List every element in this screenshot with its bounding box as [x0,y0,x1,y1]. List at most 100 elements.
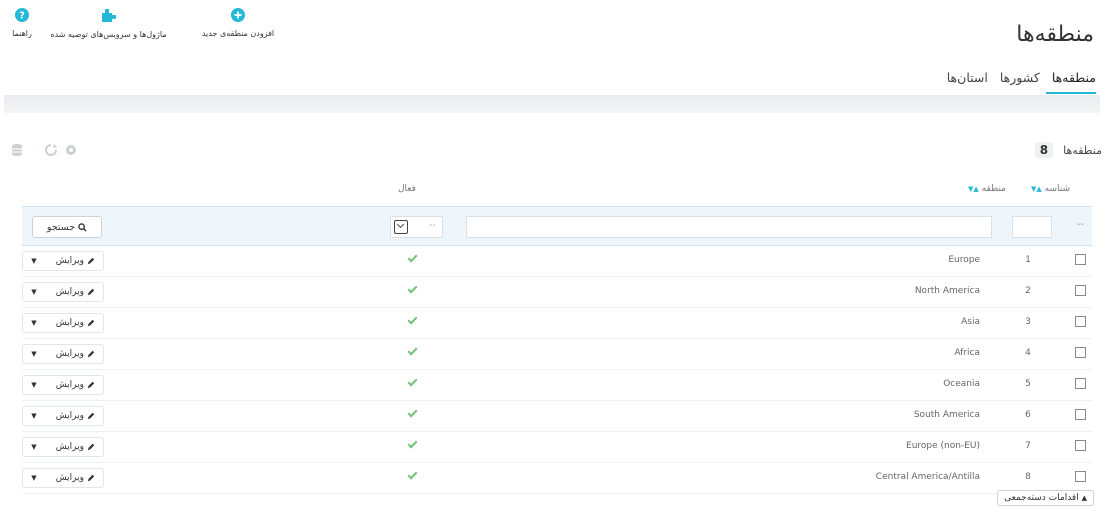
edit-button[interactable]: ویرایش [45,349,103,359]
tab-states[interactable]: استان‌ها [947,67,988,93]
caret-up-icon: ▲ [1081,494,1087,502]
active-check-icon[interactable] [407,407,418,418]
zone-name: Oceania [943,379,980,389]
row-select-checkbox[interactable] [1075,378,1086,389]
table-row[interactable]: 1 Europe ▼ ویرایش [22,246,1092,277]
refresh-icon[interactable] [44,143,58,157]
row-actions-dropdown-button[interactable]: ▼ [23,252,45,270]
row-actions: ▼ ویرایش [22,406,104,426]
caret-down-icon: ▼ [31,350,37,358]
panel-heading: منطقه‌ها 8 [1034,140,1102,160]
table-row[interactable]: 6 South America ▼ ویرایش [22,401,1092,432]
pencil-icon [87,319,95,327]
add-new-zone-label: افزودن منطقه‌ی جدید [201,29,275,38]
table-row[interactable]: 5 Oceania ▼ ویرایش [22,370,1092,401]
active-check-icon[interactable] [407,283,418,294]
zone-count-badge: 8 [1034,142,1054,158]
add-new-zone-button[interactable]: افزودن منطقه‌ی جدید [176,8,300,38]
column-header-id[interactable]: ▼▲ شناسه [1031,184,1070,194]
page-title: منطقه‌ها [1016,22,1094,47]
zone-id: 2 [1025,286,1031,296]
row-actions-dropdown-button[interactable]: ▼ [23,407,45,425]
help-button[interactable]: ? راهنما [6,8,38,38]
filter-row: جستجو -- -- [22,206,1092,246]
active-check-icon[interactable] [407,345,418,356]
pencil-icon [87,381,95,389]
help-label: راهنما [12,29,32,38]
page-toolbar: ? راهنما ماژول‌ها و سرویس‌های توصیه شده … [6,8,306,48]
modules-label: ماژول‌ها و سرویس‌های توصیه شده [50,30,167,39]
zone-id: 6 [1025,410,1031,420]
header-band [4,95,1100,113]
caret-down-icon: ▼ [31,474,37,482]
table-body: 1 Europe ▼ ویرایش 2 North America ▼ ویرایش 3 Asia… [22,246,1092,494]
edit-button[interactable]: ویرایش [45,287,103,297]
column-header-active: فعال [398,184,416,194]
sort-toggle-icon[interactable]: ▼▲ [1031,185,1043,193]
table-row[interactable]: 4 Africa ▼ ویرایش [22,339,1092,370]
table-row[interactable]: 8 Central America/Antilla ▼ ویرایش [22,463,1092,494]
tab-countries[interactable]: کشورها [1000,67,1040,93]
zone-id: 4 [1025,348,1031,358]
edit-button[interactable]: ویرایش [45,318,103,328]
row-actions-dropdown-button[interactable]: ▼ [23,314,45,332]
row-select-checkbox[interactable] [1075,285,1086,296]
row-select-checkbox[interactable] [1075,347,1086,358]
recommended-modules-button[interactable]: ماژول‌ها و سرویس‌های توصیه شده [43,8,174,39]
row-select-checkbox[interactable] [1075,316,1086,327]
tab-zones[interactable]: منطقه‌ها [1052,67,1096,93]
row-actions-dropdown-button[interactable]: ▼ [23,376,45,394]
edit-button[interactable]: ویرایش [45,380,103,390]
edit-button[interactable]: ویرایش [45,411,103,421]
id-filter-input[interactable] [1012,216,1052,238]
sort-toggle-icon[interactable]: ▼▲ [968,185,980,193]
active-check-icon[interactable] [407,252,418,263]
row-actions: ▼ ویرایش [22,344,104,364]
zone-id: 1 [1025,255,1031,265]
row-actions-dropdown-button[interactable]: ▼ [23,469,45,487]
row-select-checkbox[interactable] [1075,409,1086,420]
table-row[interactable]: 3 Asia ▼ ویرایش [22,308,1092,339]
caret-down-icon: ▼ [31,319,37,327]
zone-name-filter-input[interactable] [466,216,992,238]
row-actions-dropdown-button[interactable]: ▼ [23,438,45,456]
pencil-icon [87,443,95,451]
row-actions: ▼ ویرایش [22,251,104,271]
active-tab-indicator [1046,92,1096,94]
table-row[interactable]: 7 Europe (non-EU) ▼ ویرایش [22,432,1092,463]
edit-button[interactable]: ویرایش [45,442,103,452]
pencil-icon [87,257,95,265]
row-select-checkbox[interactable] [1075,440,1086,451]
active-filter-select[interactable]: -- [390,216,443,238]
zone-name: Central America/Antilla [875,472,980,482]
edit-button[interactable]: ویرایش [45,473,103,483]
table-row[interactable]: 2 North America ▼ ویرایش [22,277,1092,308]
caret-down-icon: ▼ [31,381,37,389]
bulk-actions-button[interactable]: اقدامات دسته‌جمعی ▲ [997,490,1094,506]
zone-id: 5 [1025,379,1031,389]
active-check-icon[interactable] [407,314,418,325]
settings-gear-icon[interactable] [64,143,78,157]
search-icon [78,222,87,232]
zone-id: 7 [1025,441,1031,451]
zone-name: Europe (non-EU) [906,441,980,451]
row-actions: ▼ ویرایش [22,468,104,488]
list-tools [10,143,78,157]
sql-manager-icon[interactable] [10,143,24,157]
active-check-icon[interactable] [407,376,418,387]
row-select-checkbox[interactable] [1075,254,1086,265]
edit-button[interactable]: ویرایش [45,256,103,266]
separator-dot-icon [31,149,33,151]
column-header-zone[interactable]: ▼▲ منطقه [968,184,1006,194]
plus-circle-icon [231,8,245,22]
pencil-icon [87,474,95,482]
row-actions-dropdown-button[interactable]: ▼ [23,345,45,363]
search-button[interactable]: جستجو [32,216,102,238]
pencil-icon [87,412,95,420]
row-select-checkbox[interactable] [1075,471,1086,482]
active-check-icon[interactable] [407,438,418,449]
row-actions-dropdown-button[interactable]: ▼ [23,283,45,301]
active-check-icon[interactable] [407,469,418,480]
caret-down-icon: ▼ [31,288,37,296]
zone-name: Asia [961,317,980,327]
